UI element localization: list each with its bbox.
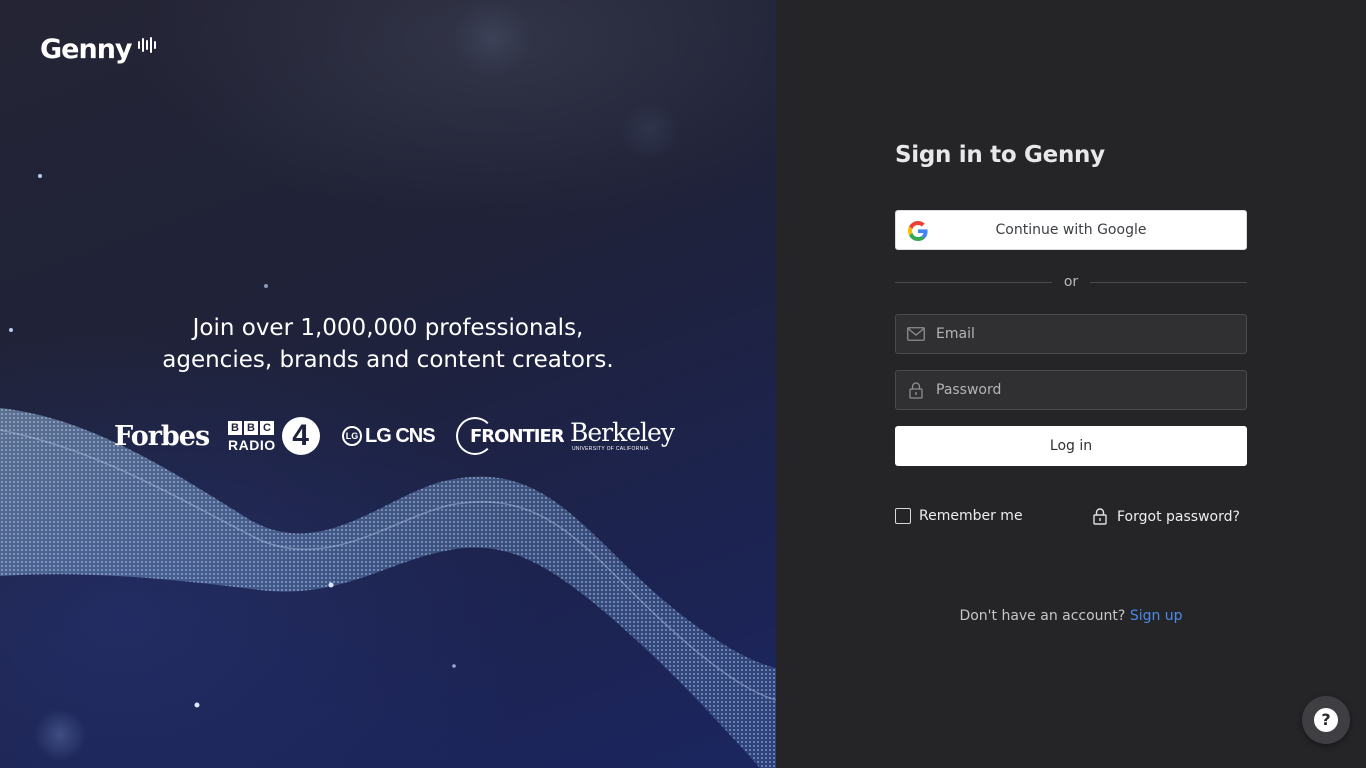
bbc-letter: B — [228, 420, 242, 435]
berkeley-subtext: UNIVERSITY OF CALIFORNIA — [572, 446, 649, 452]
password-input[interactable] — [936, 371, 1246, 409]
berkeley-logo: Berkeley UNIVERSITY OF CALIFORNIA — [570, 418, 675, 453]
continue-with-google-button[interactable]: Continue with Google — [895, 210, 1247, 250]
logo-text: Genny — [40, 34, 133, 65]
divider-text: or — [1063, 274, 1079, 290]
logo-soundwave-icon — [137, 36, 156, 53]
particle-wave-background — [0, 0, 776, 768]
bbc-letter: B — [244, 420, 258, 435]
or-divider: or — [895, 272, 1248, 292]
signin-panel: Sign in to Genny Continue with Google or — [776, 0, 1366, 768]
lock-icon — [1093, 508, 1107, 525]
remember-me-label: Remember me — [919, 508, 1023, 524]
bbc-four-badge: 4 — [281, 417, 320, 455]
tagline-line-2: agencies, brands and content creators. — [162, 347, 614, 373]
bbc-radio-4-logo: B B C RADIO 4 — [228, 417, 342, 455]
checkbox-box[interactable] — [895, 508, 911, 524]
tagline-line-1: Join over 1,000,000 professionals, — [192, 315, 584, 341]
help-button[interactable]: ? — [1302, 696, 1350, 744]
genny-logo[interactable]: Genny — [40, 34, 156, 65]
google-g-icon — [908, 221, 928, 241]
brand-logos-row: Forbes B B C RADIO 4 LG LG CNS FRONTIER … — [114, 414, 675, 458]
no-account-text: Don't have an account? — [959, 608, 1126, 624]
frontier-logo: FRONTIER — [456, 417, 570, 455]
berkeley-text: Berkeley — [570, 418, 675, 447]
frontier-text: FRONTIER — [470, 425, 565, 447]
lg-cns-logo: LG LG CNS — [342, 425, 456, 448]
divider-line — [1090, 281, 1248, 283]
bbc-radio-text: RADIO — [228, 436, 276, 453]
forbes-logo: Forbes — [114, 420, 210, 452]
sign-up-link[interactable]: Sign up — [1130, 608, 1183, 624]
email-input[interactable] — [936, 315, 1246, 353]
lg-cns-text: LG CNS — [365, 424, 436, 447]
log-in-button[interactable]: Log in — [895, 426, 1247, 466]
email-field[interactable] — [895, 314, 1247, 354]
hero-panel: Genny Join over 1,000,000 professionals,… — [0, 0, 776, 768]
signup-prompt: Don't have an account? Sign up — [895, 608, 1247, 624]
lock-icon — [907, 381, 925, 399]
forgot-password-label: Forgot password? — [1117, 508, 1240, 525]
password-field[interactable] — [895, 370, 1247, 410]
forgot-password-link[interactable]: Forgot password? — [1093, 508, 1240, 525]
question-icon: ? — [1314, 708, 1338, 732]
remember-me-checkbox[interactable]: Remember me — [895, 508, 1023, 524]
envelope-icon — [907, 325, 925, 343]
divider-line — [895, 281, 1052, 283]
lg-mark-icon: LG — [342, 426, 362, 446]
hero-tagline: Join over 1,000,000 professionals, agenc… — [0, 312, 776, 376]
google-button-label: Continue with Google — [995, 222, 1147, 238]
page-title: Sign in to Genny — [895, 142, 1105, 168]
bbc-letter: C — [260, 420, 274, 435]
